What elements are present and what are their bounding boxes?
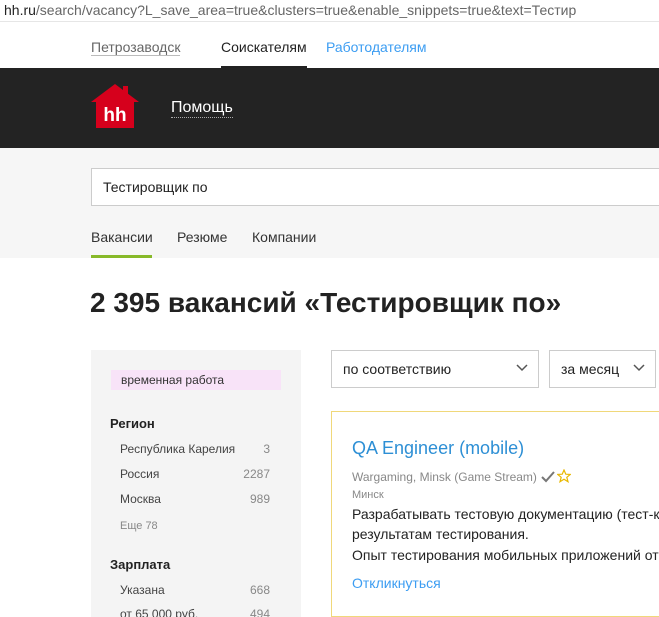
filter-label: Москва — [120, 492, 161, 506]
filter-count: 2287 — [243, 467, 270, 481]
browser-url-bar[interactable]: hh.ru/search/vacancy?L_save_area=true&cl… — [0, 0, 659, 22]
filter-count: 668 — [249, 583, 270, 597]
filter-region-moscow[interactable]: Москва 989 — [120, 492, 270, 506]
vacancy-company-link[interactable]: Wargaming, Minsk (Game Stream) — [352, 470, 537, 484]
filter-region-russia[interactable]: Россия 2287 — [120, 467, 270, 481]
chevron-down-icon — [633, 364, 645, 372]
vacancy-title-link[interactable]: QA Engineer (mobile) — [352, 437, 524, 459]
filter-label: Указана — [120, 583, 165, 597]
tab-active-indicator — [91, 255, 152, 258]
nav-employers[interactable]: Работодателям — [326, 39, 427, 55]
tab-companies[interactable]: Компании — [252, 229, 316, 245]
filters-sidebar: временная работа Регион Республика Карел… — [91, 350, 301, 617]
star-icon — [557, 469, 571, 483]
respond-link[interactable]: Откликнуться — [352, 574, 441, 592]
filter-region-more[interactable]: Еще 78 — [120, 520, 158, 532]
top-navigation: Петрозаводск Соискателям Работодателям — [0, 22, 659, 68]
city-selector[interactable]: Петрозаводск — [91, 39, 181, 56]
filter-salary-65000[interactable]: от 65 000 руб. 494 — [120, 607, 270, 617]
sort-order-value: по соответствию — [343, 361, 452, 377]
logo-text: hh — [103, 105, 126, 126]
tab-resumes[interactable]: Резюме — [177, 229, 227, 245]
filter-region-karelia[interactable]: Республика Карелия 3 — [120, 442, 270, 456]
url-host: hh.ru — [4, 2, 36, 18]
help-link[interactable]: Помощь — [171, 99, 233, 118]
vacancy-snippet-line: Опыт тестирования мобильных приложений о… — [352, 547, 659, 563]
filter-count: 494 — [249, 607, 270, 617]
sort-period-select[interactable]: за месяц — [549, 350, 656, 388]
url-path: /search/vacancy?L_save_area=true&cluster… — [35, 2, 577, 18]
nav-seekers[interactable]: Соискателям — [221, 39, 307, 55]
vacancy-snippet-line: результатам тестирования. — [352, 526, 529, 542]
search-input[interactable]: Тестировщик по — [91, 168, 659, 206]
filter-salary-specified[interactable]: Указана 668 — [120, 583, 270, 597]
page-root: hh.ru/search/vacancy?L_save_area=true&cl… — [0, 0, 659, 617]
filter-label: от 65 000 руб. — [120, 607, 199, 617]
filter-tag-temporary[interactable]: временная работа — [111, 370, 281, 390]
vacancy-city: Минск — [352, 489, 384, 501]
region-section-title: Регион — [110, 416, 155, 431]
hh-logo-icon[interactable]: hh — [90, 83, 140, 129]
vacancy-card: QA Engineer (mobile) Wargaming, Minsk (G… — [331, 411, 659, 617]
chevron-down-icon — [516, 364, 528, 372]
sort-order-select[interactable]: по соответствию — [331, 350, 539, 388]
filter-count: 3 — [263, 442, 270, 456]
verified-check-icon — [541, 471, 555, 483]
tab-vacancies[interactable]: Вакансии — [91, 229, 153, 245]
site-header: hh Помощь — [0, 68, 659, 148]
sort-period-value: за месяц — [561, 361, 620, 377]
filter-count: 989 — [249, 492, 270, 506]
results-title: 2 395 вакансий «Тестировщик по» — [90, 287, 562, 318]
filter-label: Республика Карелия — [120, 442, 236, 456]
salary-section-title: Зарплата — [110, 557, 171, 572]
search-area: Тестировщик по Вакансии Резюме Компании — [0, 148, 659, 258]
filter-label: Россия — [120, 467, 160, 481]
vacancy-snippet-line: Разрабатывать тестовую документацию (тес… — [352, 506, 659, 522]
